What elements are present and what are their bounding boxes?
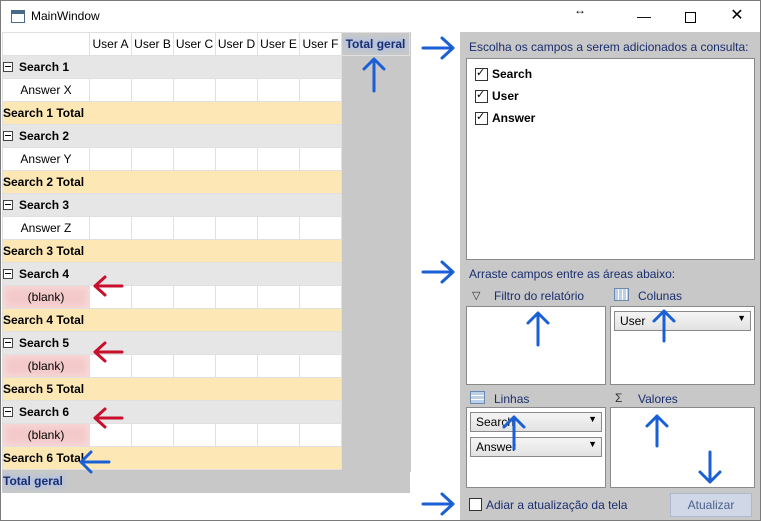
arrow-right-icon xyxy=(421,36,455,60)
arrow-right-icon xyxy=(421,492,455,516)
main-window: MainWindow ↔ — ✕ User A User B User C User … xyxy=(0,0,761,521)
arrow-down-icon xyxy=(698,450,722,484)
arrow-up-icon xyxy=(645,414,669,448)
arrow-left-icon xyxy=(93,275,124,297)
arrow-up-icon xyxy=(652,309,676,343)
arrow-up-icon xyxy=(526,311,550,347)
arrow-up-icon xyxy=(502,415,526,451)
arrow-right-icon xyxy=(421,260,455,284)
arrow-left-icon xyxy=(93,341,124,363)
arrow-left-icon xyxy=(93,407,124,429)
arrow-left-icon xyxy=(79,450,111,474)
arrow-up-icon xyxy=(362,57,386,93)
annotation-arrows xyxy=(79,36,722,516)
